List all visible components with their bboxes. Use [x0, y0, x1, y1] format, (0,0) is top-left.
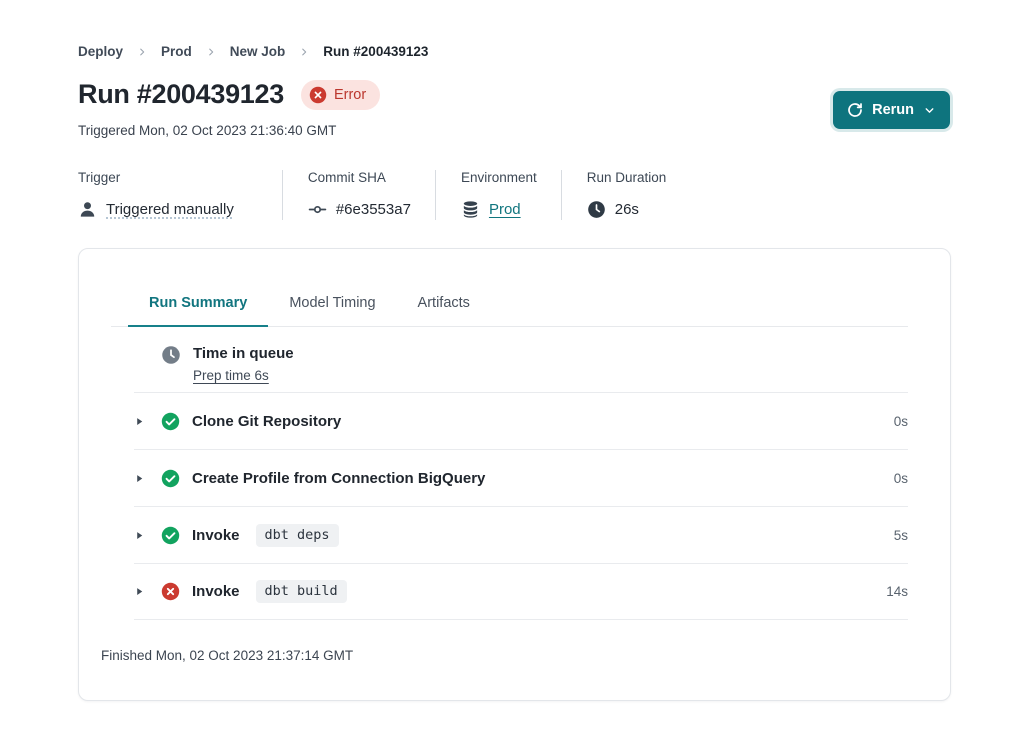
environment-link[interactable]: Prod — [489, 201, 521, 218]
page-title: Run #200439123 — [78, 79, 284, 110]
meta-trigger: Trigger Triggered manually — [78, 170, 282, 220]
step-name: Invoke — [192, 583, 240, 600]
meta-environment-label: Environment — [461, 170, 537, 185]
step-row-dbt-deps[interactable]: Invoke dbt deps 5s — [134, 506, 908, 563]
step-duration: 5s — [894, 528, 908, 543]
meta-commit-label: Commit SHA — [308, 170, 411, 185]
time-in-queue-row: Time in queue Prep time 6s — [134, 327, 908, 392]
queue-clock-icon — [161, 345, 181, 365]
step-name: Invoke — [192, 527, 240, 544]
clock-icon — [587, 200, 606, 219]
queue-title: Time in queue — [193, 345, 294, 362]
meta-duration-label: Run Duration — [587, 170, 667, 185]
chevron-right-icon — [299, 47, 309, 57]
step-name: Create Profile from Connection BigQuery — [192, 470, 485, 487]
trigger-value[interactable]: Triggered manually — [106, 201, 234, 218]
step-duration: 0s — [894, 471, 908, 486]
commit-icon — [308, 200, 327, 219]
tab-model-timing[interactable]: Model Timing — [268, 295, 396, 327]
finished-timestamp: Finished Mon, 02 Oct 2023 21:37:14 GMT — [79, 620, 950, 663]
expand-caret-icon[interactable] — [134, 585, 149, 598]
tab-bar: Run Summary Model Timing Artifacts — [111, 295, 908, 327]
rerun-button-label: Rerun — [872, 102, 914, 118]
chevron-down-icon — [923, 104, 936, 117]
step-row-clone-git[interactable]: Clone Git Repository 0s — [134, 392, 908, 449]
meta-trigger-label: Trigger — [78, 170, 234, 185]
chevron-right-icon — [137, 47, 147, 57]
command-chip: dbt deps — [256, 524, 339, 547]
success-check-icon — [161, 469, 180, 488]
title-row: Run #200439123 Error — [78, 79, 380, 110]
step-list: Time in queue Prep time 6s Clone Git Rep… — [134, 327, 908, 620]
step-duration: 0s — [894, 414, 908, 429]
status-badge-label: Error — [334, 87, 366, 103]
run-summary-card: Run Summary Model Timing Artifacts Time … — [78, 248, 951, 701]
database-icon — [461, 200, 480, 219]
chevron-right-icon — [206, 47, 216, 57]
prep-time-link[interactable]: Prep time 6s — [193, 368, 269, 383]
status-badge: Error — [301, 80, 380, 110]
triggered-timestamp: Triggered Mon, 02 Oct 2023 21:36:40 GMT — [78, 123, 336, 138]
meta-commit-sha: Commit SHA #6e3553a7 — [282, 170, 435, 220]
step-duration: 14s — [886, 584, 908, 599]
run-meta-row: Trigger Triggered manually Commit SHA #6… — [78, 170, 690, 220]
breadcrumb-new-job[interactable]: New Job — [230, 44, 286, 59]
meta-environment: Environment Prod — [435, 170, 561, 220]
rerun-button[interactable]: Rerun — [833, 91, 950, 129]
step-name: Clone Git Repository — [192, 413, 341, 430]
run-duration-value: 26s — [615, 201, 639, 218]
tab-run-summary[interactable]: Run Summary — [128, 295, 268, 327]
success-check-icon — [161, 526, 180, 545]
expand-caret-icon[interactable] — [134, 415, 149, 428]
step-row-create-profile[interactable]: Create Profile from Connection BigQuery … — [134, 449, 908, 506]
success-check-icon — [161, 412, 180, 431]
step-row-dbt-build[interactable]: Invoke dbt build 14s — [134, 563, 908, 620]
user-icon — [78, 200, 97, 219]
command-chip: dbt build — [256, 580, 347, 603]
breadcrumb-prod[interactable]: Prod — [161, 44, 192, 59]
commit-sha-value: #6e3553a7 — [336, 201, 411, 218]
expand-caret-icon[interactable] — [134, 472, 149, 485]
breadcrumb-current-run: Run #200439123 — [323, 44, 428, 59]
error-circle-icon — [161, 582, 180, 601]
breadcrumb-deploy[interactable]: Deploy — [78, 44, 123, 59]
rerun-refresh-icon — [847, 102, 863, 118]
breadcrumb: Deploy Prod New Job Run #200439123 — [78, 44, 428, 59]
meta-run-duration: Run Duration 26s — [561, 170, 691, 220]
expand-caret-icon[interactable] — [134, 529, 149, 542]
tab-artifacts[interactable]: Artifacts — [397, 295, 491, 327]
error-circle-icon — [309, 86, 327, 104]
